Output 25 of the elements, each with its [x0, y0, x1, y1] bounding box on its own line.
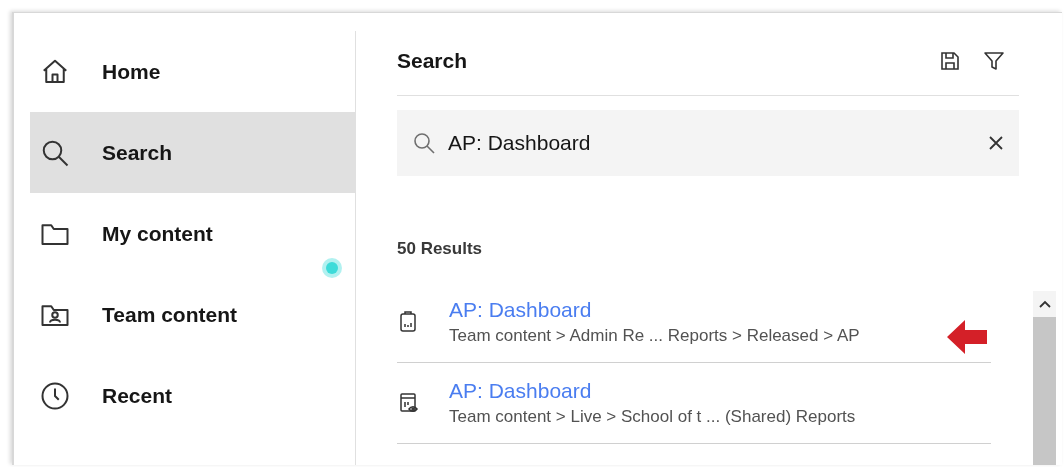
scrollbar[interactable] — [1033, 291, 1056, 465]
results-count: 50 Results — [397, 239, 483, 258]
search-field[interactable]: AP: Dashboard — [448, 127, 976, 159]
search-bar[interactable]: AP: Dashboard — [397, 110, 1019, 176]
nav-item[interactable]: Recent — [30, 355, 355, 436]
close-icon[interactable] — [988, 135, 1004, 151]
nav-item[interactable]: Search — [30, 112, 355, 193]
report-icon — [397, 309, 419, 334]
scroll-up-icon[interactable] — [1038, 299, 1051, 309]
result-row[interactable]: AP: Dashboard Team content > Live > School of t ... (Shared) Reports — [397, 362, 991, 444]
clock-icon — [40, 380, 70, 411]
result-row[interactable]: AP: Dashboard Team content > Admin Re ... Reports > Released > AP — [397, 281, 991, 363]
nav-item[interactable]: My content — [30, 193, 355, 274]
result-link[interactable]: AP: Dashboard — [449, 295, 860, 324]
pointer-arrow — [947, 319, 987, 354]
save-icon[interactable] — [939, 50, 961, 72]
result-path: Team content > Live > School of t ... (Shared) Reports — [449, 405, 856, 428]
nav-item[interactable]: Home — [30, 31, 355, 112]
report-icon — [397, 390, 419, 415]
page-title: Search — [397, 48, 468, 75]
nav-item[interactable]: Team content — [30, 274, 355, 355]
filter-icon[interactable] — [983, 50, 1005, 72]
search-icon — [412, 131, 436, 155]
result-path: Team content > Admin Re ... Reports > Released > AP — [449, 324, 860, 347]
result-link[interactable]: AP: Dashboard — [449, 376, 856, 405]
